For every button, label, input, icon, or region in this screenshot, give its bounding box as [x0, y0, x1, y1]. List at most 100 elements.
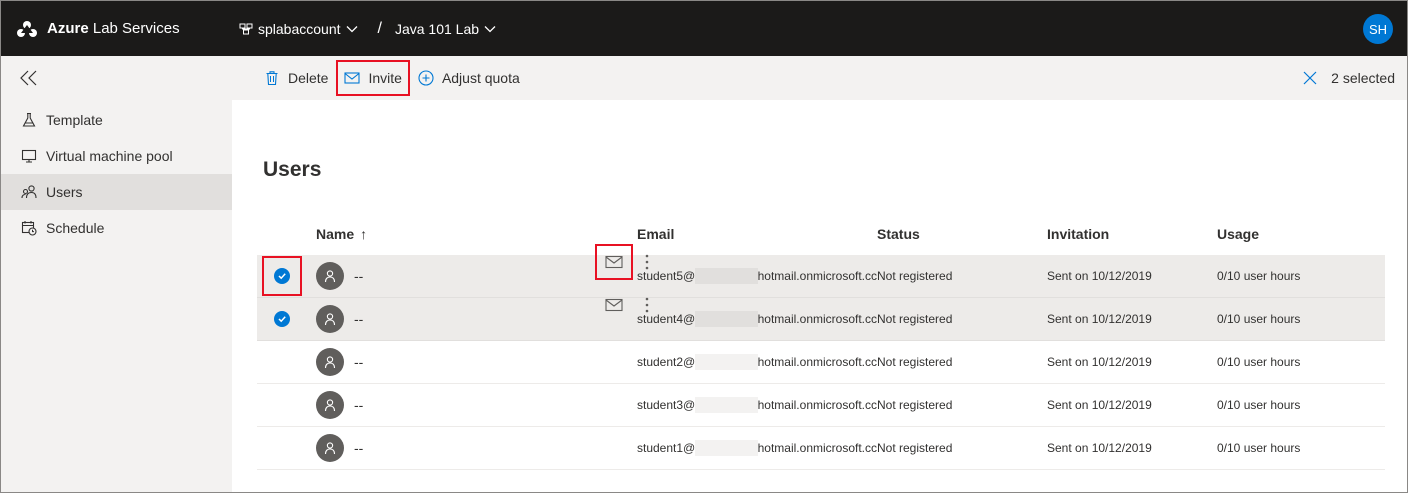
- name-cell: --: [307, 348, 607, 376]
- checkmark-icon: [278, 273, 286, 280]
- invitation-cell: Sent on 10/12/2019: [1047, 312, 1152, 326]
- table-row[interactable]: -- student2@ hotmail.onmicrosoft.cc Not r…: [257, 341, 1385, 384]
- user-avatar[interactable]: SH: [1363, 14, 1393, 44]
- row-checkbox[interactable]: [274, 311, 290, 327]
- usage-cell: 0/10 user hours: [1217, 441, 1301, 455]
- breadcrumb-lab[interactable]: Java 101 Lab: [395, 21, 496, 37]
- breadcrumb-account-label: splabaccount: [258, 20, 341, 37]
- sidebar-item-template[interactable]: Template: [1, 102, 232, 138]
- adjust-quota-label: Adjust quota: [441, 70, 520, 86]
- sidebar-item-vm-pool[interactable]: Virtual machine pool: [1, 138, 232, 174]
- email-cell: student2@ hotmail.onmicrosoft.cc: [607, 354, 877, 370]
- clear-selection-icon[interactable]: [1303, 71, 1317, 85]
- add-circle-icon: [418, 70, 434, 86]
- user-name: --: [354, 397, 364, 413]
- calendar-icon: [21, 221, 37, 236]
- invite-label: Invite: [368, 70, 402, 86]
- table-row[interactable]: -- student1@ hotmail.onmicrosoft.cc Not r…: [257, 427, 1385, 470]
- table-row[interactable]: -- student4@ hotmail.onmicrosoft.cc Not r…: [257, 297, 1385, 341]
- users-icon: [21, 185, 37, 199]
- email-prefix: student1@: [637, 441, 696, 455]
- checkmark-icon: [278, 316, 286, 323]
- chevron-down-icon: [484, 25, 496, 32]
- email-prefix: student3@: [637, 398, 696, 412]
- lab-services-logo-icon: [17, 20, 37, 37]
- column-header-usage[interactable]: Usage: [1217, 226, 1385, 242]
- avatar: [316, 348, 344, 376]
- column-header-label: Name: [316, 225, 355, 242]
- more-vertical-icon: [645, 254, 649, 270]
- lab-account-icon: [239, 23, 253, 34]
- sidebar-item-schedule[interactable]: Schedule: [1, 210, 232, 246]
- sidebar-item-label: Schedule: [46, 220, 105, 236]
- user-name: --: [354, 354, 364, 370]
- status-cell: Not registered: [877, 441, 953, 455]
- row-check-cell: [257, 256, 307, 296]
- table-row[interactable]: -- student3@ hotmail.onmicrosoft.cc Not r…: [257, 384, 1385, 427]
- table-row[interactable]: -- student5@ hotmail.onmicrosoft.cc Not r…: [257, 244, 1385, 298]
- name-cell: --: [307, 297, 649, 333]
- user-name: --: [354, 268, 364, 284]
- email-suffix: hotmail.onmicrosoft.cc: [757, 269, 877, 283]
- mail-icon: [344, 72, 361, 84]
- email-prefix: student2@: [637, 355, 696, 369]
- usage-cell: 0/10 user hours: [1217, 269, 1301, 283]
- sidebar-nav: Template Virtual machine pool Users Sche…: [1, 102, 232, 246]
- name-cell: --: [307, 434, 607, 462]
- row-actions: [595, 244, 657, 280]
- row-checkbox-highlight: [262, 256, 302, 296]
- redacted-text: [695, 397, 758, 413]
- collapse-nav-icon[interactable]: [19, 69, 39, 87]
- status-cell: Not registered: [877, 398, 953, 412]
- adjust-quota-button[interactable]: Adjust quota: [412, 62, 526, 94]
- breadcrumb-account[interactable]: splabaccount: [239, 21, 358, 37]
- more-options-button[interactable]: [637, 291, 657, 319]
- redacted-text: [695, 268, 758, 284]
- redacted-text: [695, 440, 758, 456]
- table-header: Name ↑ Email Status Invitation Usage: [257, 212, 1385, 255]
- person-icon: [324, 356, 336, 369]
- status-cell: Not registered: [877, 312, 953, 326]
- redacted-text: [695, 311, 758, 327]
- column-header-name[interactable]: Name ↑: [307, 226, 607, 242]
- breadcrumb: splabaccount / Java 101 Lab: [239, 1, 496, 56]
- row-actions: [597, 291, 657, 319]
- usage-cell: 0/10 user hours: [1217, 312, 1301, 326]
- avatar: [316, 391, 344, 419]
- avatar: [316, 305, 344, 333]
- selection-info: 2 selected: [1303, 56, 1395, 100]
- invite-button[interactable]: Invite: [336, 60, 410, 96]
- breadcrumb-separator: /: [377, 19, 382, 37]
- avatar: [316, 262, 344, 290]
- users-table: Name ↑ Email Status Invitation Usage -- …: [257, 212, 1385, 470]
- name-cell: --: [307, 244, 649, 290]
- chevron-down-icon: [346, 25, 357, 32]
- page-title: Users: [263, 158, 322, 181]
- command-bar: Delete Invite Adjust quota 2 selected: [232, 56, 1407, 100]
- sidebar-item-label: Template: [46, 112, 103, 128]
- person-icon: [324, 399, 336, 412]
- redacted-text: [695, 354, 758, 370]
- usage-cell: 0/10 user hours: [1217, 398, 1301, 412]
- row-check-cell: [257, 311, 307, 327]
- person-icon: [324, 442, 336, 455]
- usage-cell: 0/10 user hours: [1217, 355, 1301, 369]
- invitation-cell: Sent on 10/12/2019: [1047, 269, 1152, 283]
- row-checkbox[interactable]: [274, 268, 290, 284]
- more-options-button[interactable]: [637, 248, 657, 276]
- selected-count: 2 selected: [1331, 70, 1395, 86]
- column-header-invitation[interactable]: Invitation: [1047, 226, 1217, 242]
- monitor-icon: [21, 149, 37, 163]
- send-invite-button[interactable]: [595, 244, 633, 280]
- send-invite-button[interactable]: [597, 289, 631, 321]
- status-cell: Not registered: [877, 269, 953, 283]
- column-header-status[interactable]: Status: [877, 226, 1047, 242]
- email-cell: student1@ hotmail.onmicrosoft.cc: [607, 440, 877, 456]
- delete-button[interactable]: Delete: [258, 62, 334, 94]
- brand[interactable]: Azure Lab Services: [16, 20, 180, 38]
- column-header-email[interactable]: Email: [607, 226, 877, 242]
- sidebar-item-users[interactable]: Users: [1, 174, 232, 210]
- mail-icon: [605, 255, 623, 269]
- sidebar: Template Virtual machine pool Users Sche…: [1, 56, 232, 492]
- avatar: [316, 434, 344, 462]
